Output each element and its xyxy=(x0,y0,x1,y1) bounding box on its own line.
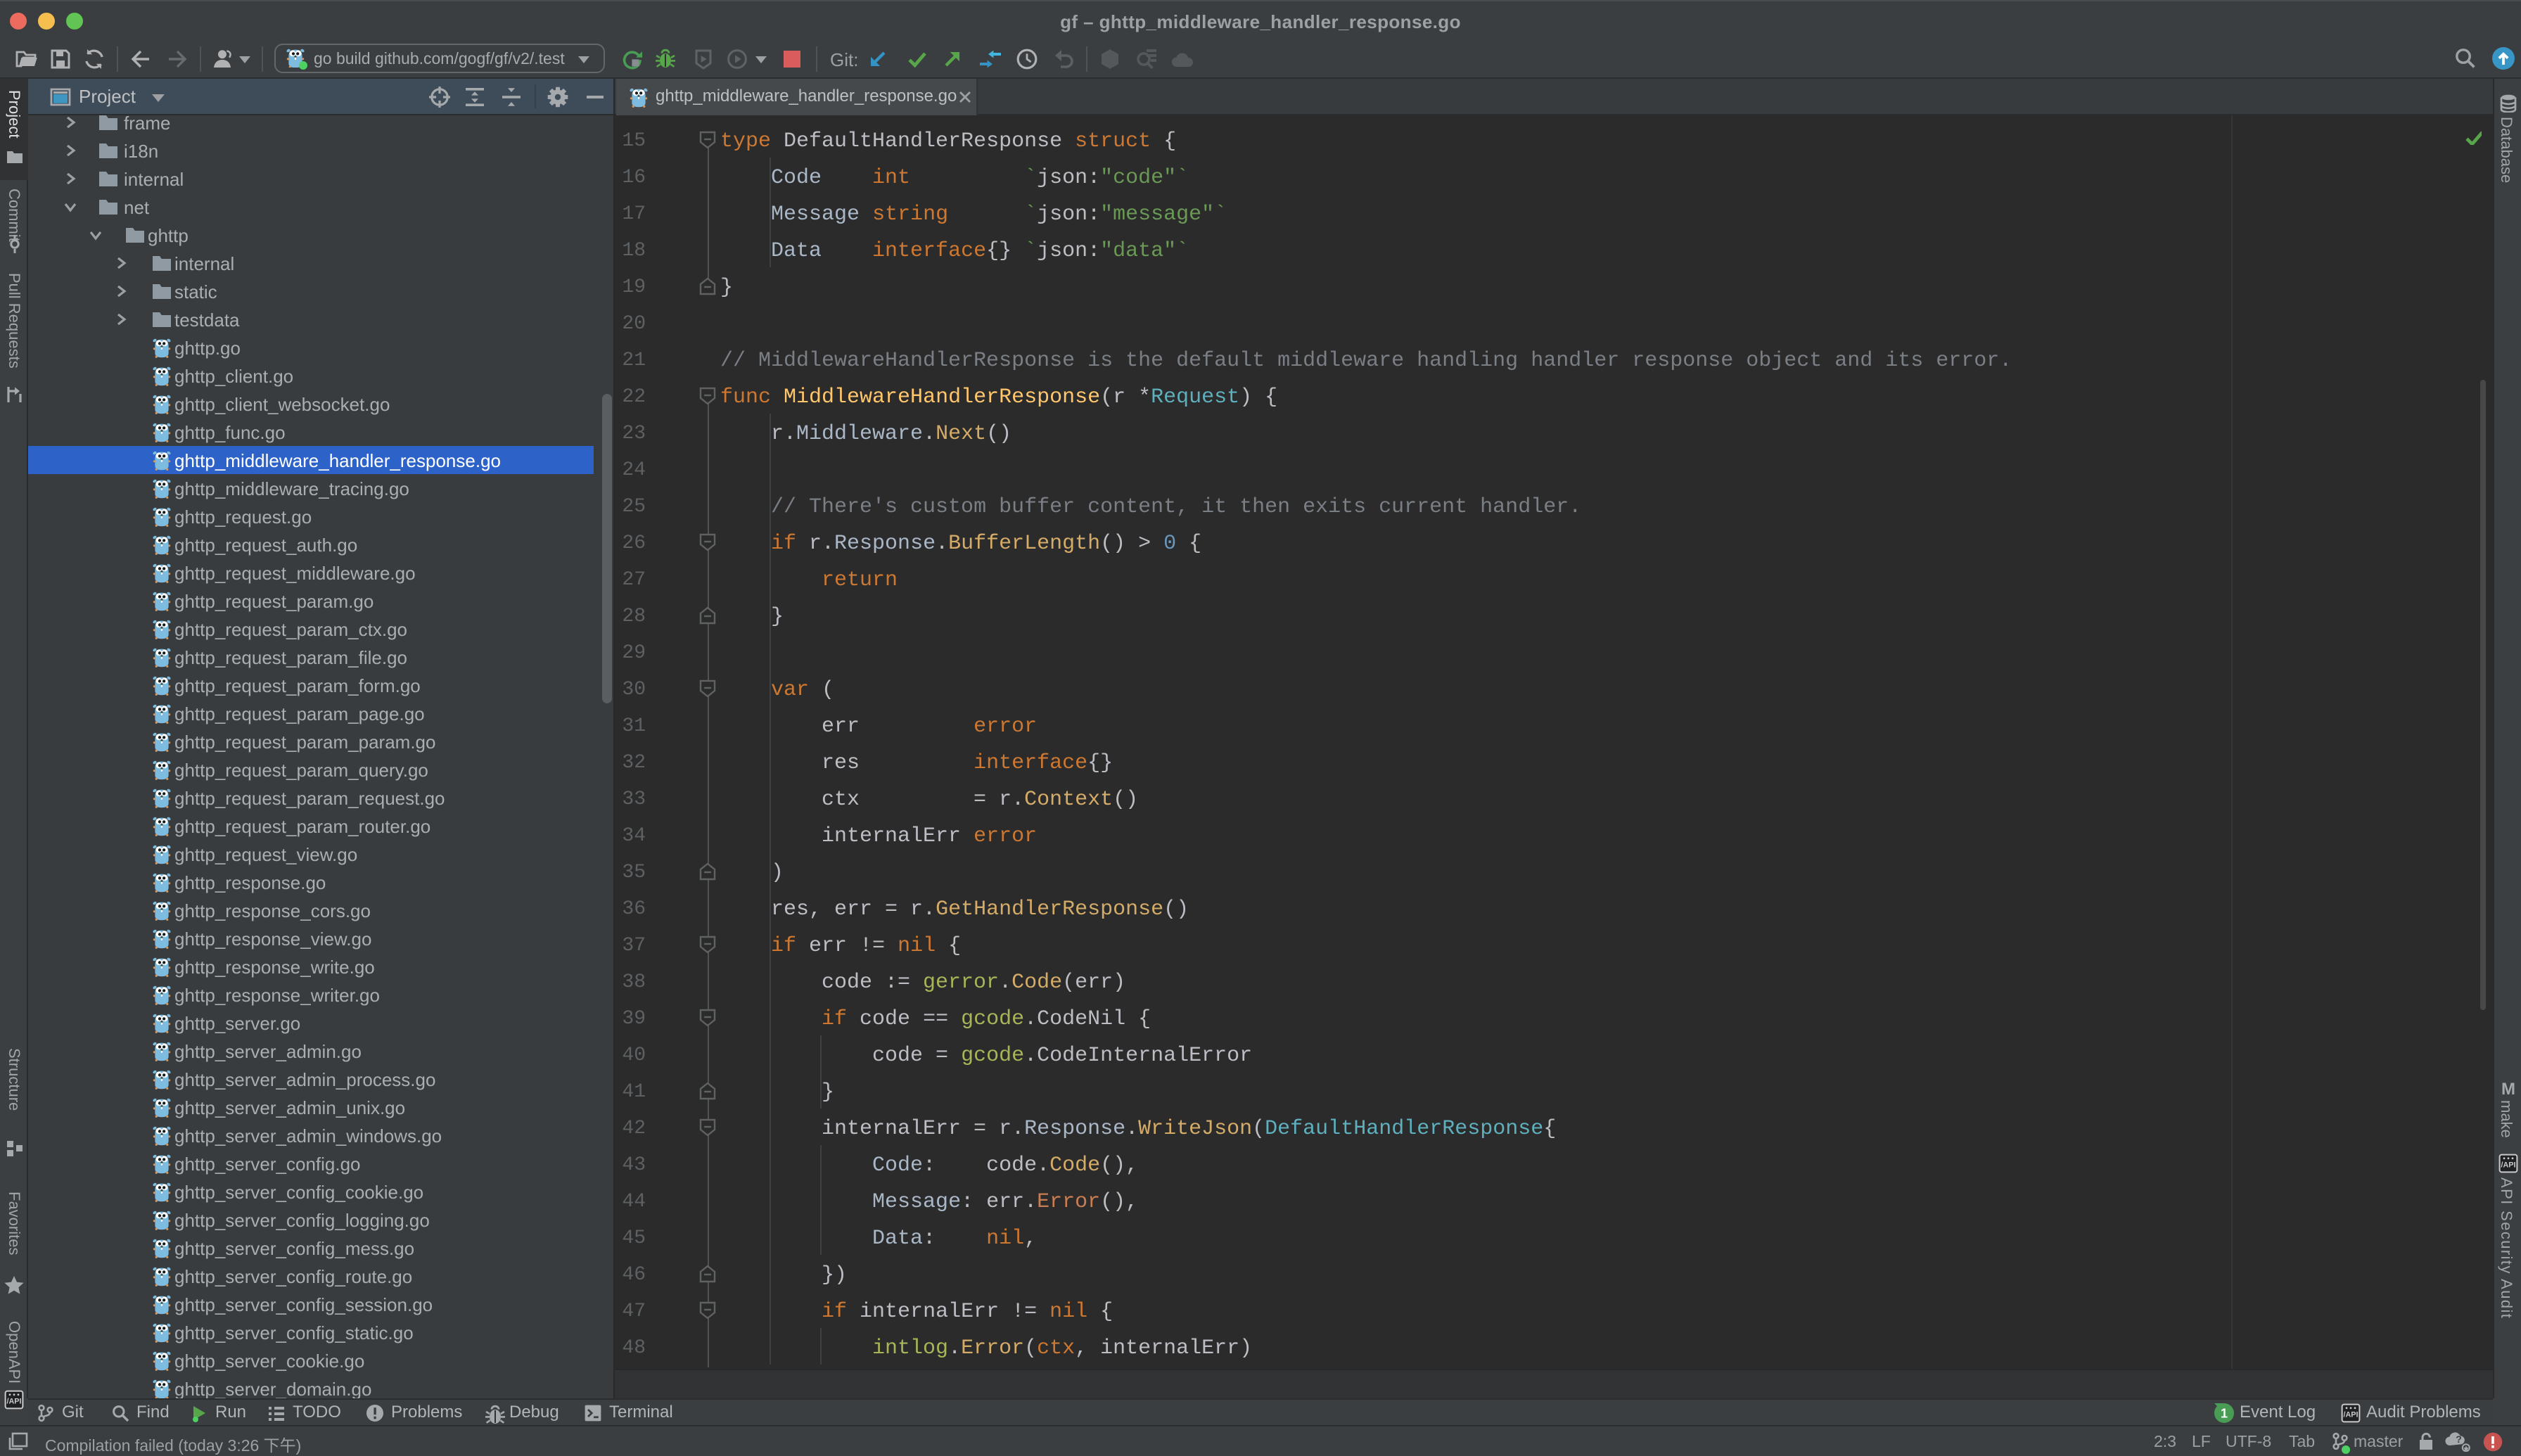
svg-text:M: M xyxy=(2501,1080,2515,1096)
svg-text:/API: /API xyxy=(2344,1411,2359,1419)
svg-text:/API: /API xyxy=(7,1398,22,1406)
svg-text:/API: /API xyxy=(2501,1161,2516,1170)
svg-text:?: ? xyxy=(2456,1433,2462,1445)
svg-text:1: 1 xyxy=(2221,1406,2228,1420)
